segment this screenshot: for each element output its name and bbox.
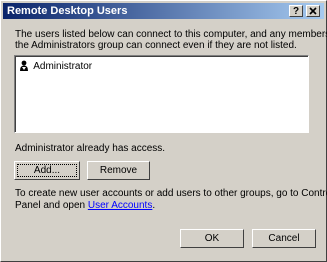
cancel-button[interactable]: Cancel [252, 229, 316, 248]
access-status-text: Administrator already has access. [15, 143, 166, 154]
users-listbox[interactable]: Administrator [14, 55, 309, 133]
close-icon [309, 7, 317, 15]
footer-line-2: Panel and open User Accounts. [15, 200, 155, 212]
close-button[interactable] [306, 5, 320, 17]
title-bar[interactable]: Remote Desktop Users ? [3, 3, 324, 19]
add-button[interactable]: Add... [14, 161, 80, 180]
list-item-label: Administrator [33, 61, 93, 72]
footer-line-2-prefix: Panel and open [15, 200, 86, 211]
footer-line-1: To create new user accounts or add users… [15, 188, 327, 199]
user-icon [20, 60, 28, 71]
description-line-2: the Administrators group can connect eve… [15, 40, 297, 51]
help-button[interactable]: ? [289, 5, 303, 17]
user-accounts-link[interactable]: User Accounts [88, 200, 152, 211]
ok-button[interactable]: OK [180, 229, 244, 248]
remove-button[interactable]: Remove [87, 161, 150, 180]
remote-desktop-users-dialog: Remote Desktop Users ? The users listed … [0, 0, 327, 262]
dialog-title: Remote Desktop Users [7, 5, 128, 17]
footer-line-2-suffix: . [152, 200, 156, 211]
list-item-administrator[interactable]: Administrator [19, 60, 92, 72]
